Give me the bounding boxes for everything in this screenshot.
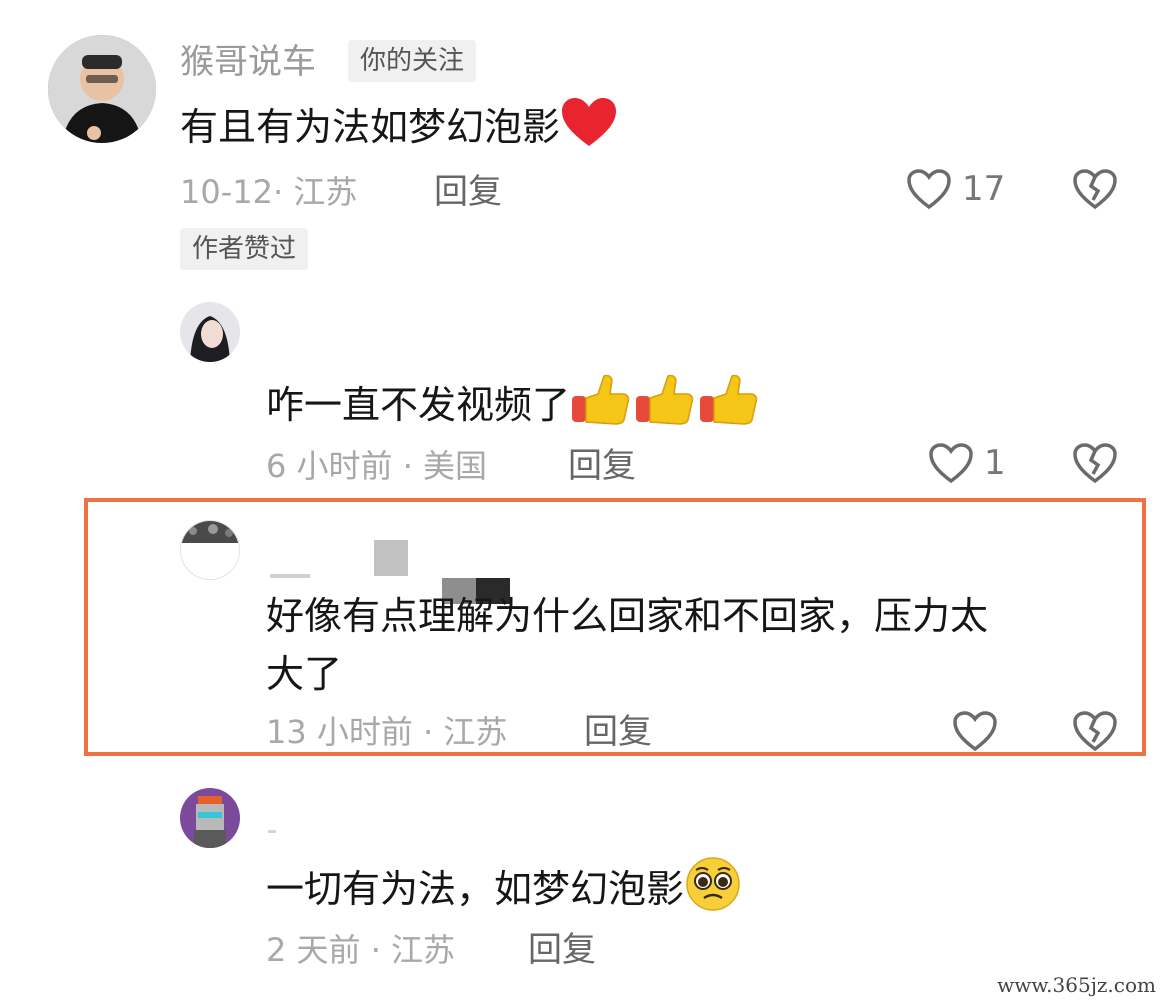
reply-button[interactable]: 回复 [584, 712, 652, 752]
broken-heart-icon [1072, 169, 1118, 214]
comment-text: 有且有为法如梦幻泡影 [180, 96, 618, 163]
like-count: 17 [962, 169, 1006, 209]
broken-heart-icon [1072, 443, 1118, 488]
avatar[interactable] [180, 520, 240, 580]
comment-body: 有且有为法如梦幻泡影 [180, 105, 561, 149]
avatar[interactable] [180, 302, 240, 362]
comment-body: 一切有为法，如梦幻泡影 [266, 867, 685, 911]
like-button[interactable]: 1 [928, 442, 1006, 484]
redacted-username [374, 540, 408, 576]
comment-date: 10-12· 江苏 [180, 173, 358, 211]
comment-date: 2 天前 · 江苏 [266, 931, 456, 969]
broken-heart-icon [1072, 711, 1118, 756]
reply-button[interactable]: 回复 [528, 930, 596, 970]
heart-outline-icon [952, 710, 998, 752]
avatar[interactable] [180, 788, 240, 848]
heart-outline-icon [928, 442, 974, 484]
comment-text: 好像有点理解为什么回家和不回家，压力太 [266, 594, 989, 638]
dislike-button[interactable] [1072, 710, 1118, 756]
comment-text: 咋一直不发视频了 [266, 372, 760, 443]
like-button[interactable]: 17 [906, 168, 1005, 210]
red-heart-icon [560, 96, 618, 163]
heart-outline-icon [906, 168, 952, 210]
comment-thread: 猴哥说车 你的关注 有且有为法如梦幻泡影 10-12· 江苏 回复 17 作者赞… [0, 0, 1170, 1003]
avatar[interactable] [48, 35, 156, 143]
comment-date: 13 小时前 · 江苏 [266, 713, 508, 751]
thumbs-up-icon [570, 372, 760, 443]
dislike-button[interactable] [1072, 442, 1118, 488]
reply-button[interactable]: 回复 [434, 172, 502, 212]
watermark: www.365jz.com [997, 973, 1156, 997]
redacted-username [270, 574, 310, 578]
comment-text-line2: 大了 [266, 652, 343, 696]
pleading-face-icon [684, 856, 742, 927]
redacted-username [268, 830, 276, 833]
follow-badge: 你的关注 [348, 40, 477, 82]
comment-text: 一切有为法，如梦幻泡影 [266, 856, 742, 927]
reply-button[interactable]: 回复 [568, 446, 636, 486]
like-button[interactable] [952, 710, 998, 752]
author-liked-badge: 作者赞过 [180, 228, 309, 270]
comment-body: 咋一直不发视频了 [266, 383, 571, 427]
username[interactable]: 猴哥说车 [180, 42, 316, 82]
dislike-button[interactable] [1072, 168, 1118, 214]
comment-date: 6 小时前 · 美国 [266, 447, 488, 485]
like-count: 1 [984, 443, 1006, 483]
